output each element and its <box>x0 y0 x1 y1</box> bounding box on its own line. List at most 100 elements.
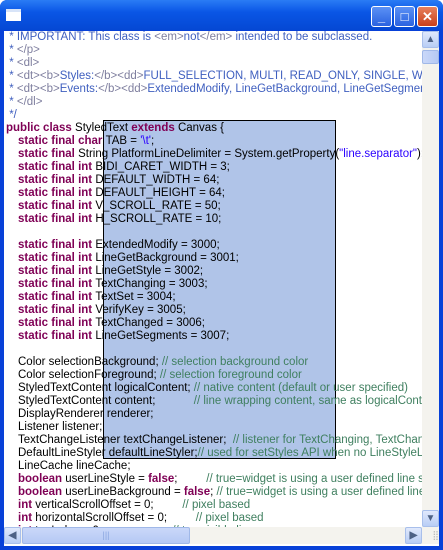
code-token: // selection foreground color <box>159 369 302 381</box>
code-token: static final int <box>18 252 96 264</box>
code-token: * <box>6 83 17 95</box>
code-token: Events: <box>59 83 99 95</box>
code-token: // true=widget is using a user defined l… <box>206 473 422 485</box>
code-line: boolean userLineStyle = false; // true=w… <box>4 473 422 486</box>
close-button[interactable]: ✕ <box>417 6 438 27</box>
code-line: static final int TextSet = 3004; <box>4 291 176 304</box>
code-token: LineGetSegments = 3007; <box>95 330 230 342</box>
code-token: </dl> <box>16 96 43 108</box>
code-token: // true=widget is using a user defined l… <box>216 486 422 498</box>
code-token: "line.separator" <box>339 148 418 160</box>
code-line: * </p> <box>4 44 40 57</box>
code-line: int horizontalScrollOffset = 0; // pixel… <box>4 512 264 525</box>
code-token: extends <box>131 122 178 134</box>
code-token: // pixel based <box>182 499 251 511</box>
code-token: // listener for TextChanging, TextChange… <box>232 434 422 446</box>
code-token: TAB = <box>105 135 141 147</box>
code-token: * <box>6 70 17 82</box>
code-line: * <dt><b>Styles:</b><dd>FULL_SELECTION, … <box>4 70 422 83</box>
code-token: static final int <box>18 291 96 303</box>
code-token: H_SCROLL_RATE = 10; <box>95 213 222 225</box>
code-token: // used for setStyles API when no LineSt… <box>197 447 422 459</box>
window: _ □ ✕ * IMPORTANT: This class is <em>not… <box>0 0 443 550</box>
code-token: TextChanged = 3006; <box>95 317 205 329</box>
code-token: public class <box>6 122 76 134</box>
code-token: * <box>6 57 17 69</box>
code-token: userLineStyle = <box>65 473 149 485</box>
code-token: * <box>6 96 17 108</box>
code-token: horizontalScrollOffset = 0; <box>35 512 196 524</box>
code-token: Listener listener; <box>18 421 103 433</box>
code-line: Color selectionForeground; // selection … <box>4 369 302 382</box>
code-line: static final int TextChanged = 3006; <box>4 317 205 330</box>
code-token: Color selectionBackground; <box>18 356 162 368</box>
code-line: static final int DEFAULT_HEIGHT = 64; <box>4 187 225 200</box>
code-token: V_SCROLL_RATE = 50; <box>95 200 221 212</box>
code-token: </em> <box>199 31 233 43</box>
code-line: static final char TAB = '\t'; <box>4 135 154 148</box>
code-token: DisplayRenderer renderer; <box>18 408 154 420</box>
code-line: * <dt><b>Events:</b><dd>ExtendedModify, … <box>4 83 422 96</box>
scroll-up-button[interactable]: ▲ <box>422 31 439 48</box>
scroll-down-button[interactable]: ▼ <box>422 510 439 527</box>
vertical-scroll-thumb[interactable] <box>422 50 439 64</box>
code-line: static final int LineGetBackground = 300… <box>4 252 239 265</box>
code-line: static final int LineGetStyle = 3002; <box>4 265 203 278</box>
code-line: public class StyledText extends Canvas { <box>4 122 224 135</box>
code-token: LineCache lineCache; <box>18 460 131 472</box>
code-token: false <box>183 486 211 498</box>
code-token: BIDI_CARET_WIDTH = 3; <box>95 161 230 173</box>
code-token: * IMPORTANT: This class is <box>6 31 155 43</box>
code-token: TextChangeListener textChangeListener; <box>18 434 233 446</box>
code-token: DEFAULT_HEIGHT = 64; <box>95 187 225 199</box>
code-token: FULL_SELECTION, MULTI, READ_ONLY, SINGLE… <box>143 70 423 82</box>
code-token: LineGetStyle = 3002; <box>95 265 204 277</box>
code-token: static final int <box>18 187 96 199</box>
code-line: * <dl> <box>4 57 39 70</box>
code-token: Styles: <box>59 70 95 82</box>
code-token: int <box>18 512 36 524</box>
code-line: static final int VerifyKey = 3005; <box>4 304 186 317</box>
vertical-scrollbar[interactable]: ▲ ▼ <box>422 31 439 527</box>
code-line: Color selectionBackground; // selection … <box>4 356 308 369</box>
title-bar[interactable]: _ □ ✕ <box>0 0 443 30</box>
code-token: DefaultLineStyler defaultLineStyler; <box>18 447 198 459</box>
code-token: VerifyKey = 3005; <box>95 304 186 316</box>
code-line: DefaultLineStyler defaultLineStyler;// u… <box>4 447 422 460</box>
code-line: static final int DEFAULT_WIDTH = 64; <box>4 174 219 187</box>
code-token: static final int <box>18 239 96 251</box>
scroll-right-button[interactable]: ▶ <box>405 527 422 544</box>
code-line: LineCache lineCache; <box>4 460 131 473</box>
window-icon[interactable] <box>6 9 21 21</box>
code-line: static final int V_SCROLL_RATE = 50; <box>4 200 221 213</box>
resize-grip[interactable]: ⣿ <box>422 527 439 544</box>
code-line: TextChangeListener textChangeListener; /… <box>4 434 422 447</box>
code-token: // selection background color <box>161 356 309 368</box>
code-token: static final int <box>18 317 96 329</box>
code-line: boolean userLineBackground = false; // t… <box>4 486 422 499</box>
code-line: DisplayRenderer renderer; <box>4 408 154 421</box>
code-line: static final int TextChanging = 3003; <box>4 278 208 291</box>
horizontal-scroll-thumb[interactable]: ||| <box>22 527 190 544</box>
minimize-button[interactable]: _ <box>371 6 392 27</box>
scroll-left-button[interactable]: ◀ <box>4 527 21 544</box>
code-token: verticalScrollOffset = 0; <box>35 499 183 511</box>
code-token: ; <box>174 473 207 485</box>
code-token: ExtendedModify, LineGetBackground, LineG… <box>147 83 422 95</box>
code-token: intended to be subclassed. <box>232 31 373 43</box>
maximize-button[interactable]: □ <box>394 6 415 27</box>
code-token: // pixel based <box>195 512 264 524</box>
code-token: userLineBackground = <box>65 486 184 498</box>
horizontal-scrollbar[interactable]: ◀ ||| ▶ <box>4 527 422 544</box>
code-area[interactable]: * IMPORTANT: This class is <em>not</em> … <box>4 31 422 527</box>
code-line: */ <box>4 109 17 122</box>
code-token: <dt><b> <box>16 70 60 82</box>
styled-text-editor[interactable]: * IMPORTANT: This class is <em>not</em> … <box>4 31 439 546</box>
code-token: String PlatformLineDelimiter = System.ge… <box>78 148 340 160</box>
code-token: ; <box>150 135 155 147</box>
code-token: DEFAULT_WIDTH = 64; <box>95 174 220 186</box>
code-line: * </dl> <box>4 96 42 109</box>
code-token: StyledTextContent logicalContent; <box>18 382 194 394</box>
code-token: Canvas { <box>177 122 224 134</box>
